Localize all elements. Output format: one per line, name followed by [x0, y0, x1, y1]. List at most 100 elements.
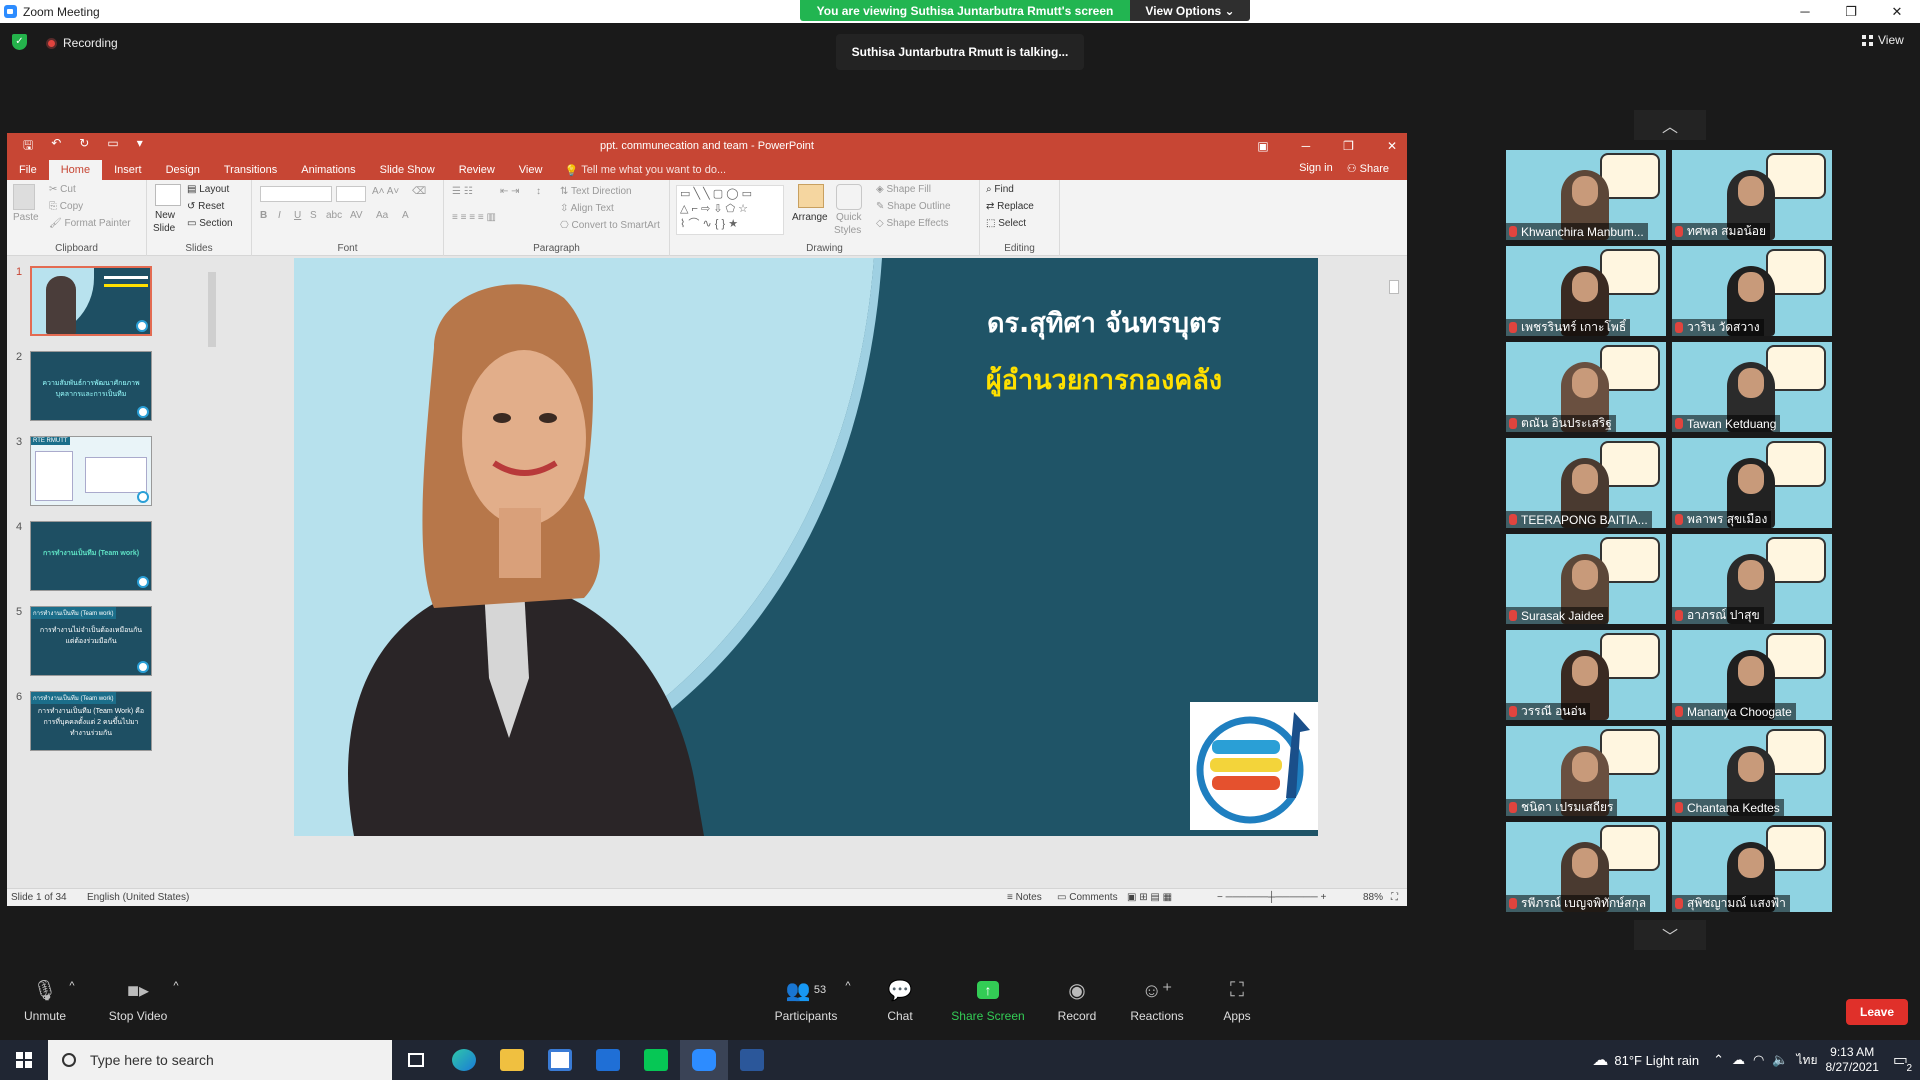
microsoft-store-icon[interactable] [536, 1040, 584, 1080]
line-app-icon[interactable] [632, 1040, 680, 1080]
minimize-icon[interactable]: ─ [1782, 0, 1828, 23]
text-direction-button[interactable]: ⇅ Text Direction [560, 186, 632, 197]
shadow-icon[interactable]: S [310, 210, 317, 221]
gallery-up-button[interactable]: ︿ [1634, 110, 1706, 140]
ppt-restore-icon[interactable]: ❐ [1343, 139, 1354, 153]
view-options-button[interactable]: View Options ⌄ [1130, 0, 1250, 21]
taskbar-search-box[interactable]: Type here to search [48, 1040, 392, 1080]
record-button[interactable]: ◉ Record [1037, 975, 1117, 1024]
participant-tile[interactable]: Tawan Ketduang [1672, 342, 1832, 432]
shapes-gallery[interactable]: ▭ ╲ ╲ ▢ ◯ ▭ △ ⌐ ⇨ ⇩ ⬠ ☆ ⌇ ⌒ ∿ { } ★ [676, 185, 784, 235]
wifi-icon[interactable]: ◠ [1753, 1052, 1764, 1068]
start-button[interactable] [0, 1040, 48, 1080]
replace-button[interactable]: ⇄ Replace [986, 201, 1034, 212]
volume-icon[interactable]: 🔈 [1772, 1052, 1788, 1068]
file-explorer-icon[interactable] [488, 1040, 536, 1080]
new-slide-button[interactable]: New [155, 210, 175, 221]
slide-thumbnail-pane[interactable]: 1 2 ความสัมพันธ์การพัฒนาศักยภาพบุคลากรแล… [7, 256, 216, 876]
security-shield-icon[interactable]: ✓ [12, 34, 27, 50]
recording-indicator[interactable]: Recording [46, 36, 118, 50]
tab-slide-show[interactable]: Slide Show [368, 160, 447, 180]
weather-cloud-icon[interactable]: ☁ [1592, 1050, 1608, 1070]
layout-button[interactable]: ▤ Layout [187, 184, 229, 195]
participant-tile[interactable]: Khwanchira Manbum... [1506, 150, 1666, 240]
tab-animations[interactable]: Animations [289, 160, 367, 180]
comments-button[interactable]: ▭ Comments [1057, 892, 1118, 903]
audio-options-caret[interactable]: ^ [62, 980, 82, 992]
tab-view[interactable]: View [507, 160, 555, 180]
language-indicator[interactable]: English (United States) [87, 892, 189, 903]
video-options-caret[interactable]: ^ [166, 980, 186, 992]
participant-tile[interactable]: Chantana Kedtes [1672, 726, 1832, 816]
ribbon-display-icon[interactable]: ▣ [1257, 139, 1268, 153]
restore-icon[interactable]: ❐ [1828, 0, 1874, 23]
participant-tile[interactable]: ทศพล สมอน้อย [1672, 150, 1832, 240]
arrange-icon[interactable] [798, 184, 824, 208]
underline-icon[interactable]: U [294, 210, 301, 221]
slide-scroll-thumb[interactable] [1389, 280, 1399, 294]
participant-tile[interactable]: อาภรณ์ ปาสุข [1672, 534, 1832, 624]
chat-button[interactable]: 💬 Chat [860, 975, 940, 1024]
paste-button[interactable]: Paste [13, 212, 39, 223]
thumbnail-3[interactable]: 3 RTE RMUTT [7, 436, 172, 521]
font-color-icon[interactable]: A [402, 210, 409, 221]
quick-styles-icon[interactable] [836, 184, 862, 210]
font-size-select[interactable] [336, 186, 366, 202]
fit-slide-icon[interactable]: ⛶ [1391, 892, 1398, 903]
thumbnail-2[interactable]: 2 ความสัมพันธ์การพัฒนาศักยภาพบุคลากรและก… [7, 351, 172, 436]
ppt-minimize-icon[interactable]: ─ [1302, 139, 1311, 153]
shape-effects-button[interactable]: ◇ Shape Effects [876, 218, 949, 229]
close-icon[interactable]: ✕ [1874, 0, 1920, 23]
tab-design[interactable]: Design [154, 160, 212, 180]
tab-file[interactable]: File [7, 160, 49, 180]
bullets-icon[interactable]: ☰ ☷ [452, 186, 473, 197]
tray-overflow-icon[interactable]: ⌃ [1713, 1052, 1724, 1068]
zoom-taskbar-icon[interactable] [680, 1040, 728, 1080]
input-language[interactable]: ไทย [1797, 1051, 1818, 1070]
slide-scrollbar[interactable] [1389, 260, 1399, 840]
change-case-icon[interactable]: Aa [376, 210, 388, 221]
tab-transitions[interactable]: Transitions [212, 160, 289, 180]
italic-icon[interactable]: I [278, 210, 281, 221]
find-button[interactable]: ⌕ Find [986, 184, 1014, 195]
participant-tile[interactable]: พลาพร สุขเมือง [1672, 438, 1832, 528]
thumbnail-4[interactable]: 4 การทำงานเป็นทีม (Team work) [7, 521, 172, 606]
character-spacing-icon[interactable]: AV [350, 210, 363, 221]
new-slide-button-line2[interactable]: Slide [153, 223, 175, 234]
apps-button[interactable]: ⛶ Apps [1197, 975, 1277, 1024]
thumbnail-scroll-thumb[interactable] [208, 272, 216, 347]
align-icons[interactable]: ≡ ≡ ≡ ≡ ▥ [452, 212, 496, 223]
select-button[interactable]: ⬚ Select [986, 218, 1026, 229]
notifications-icon[interactable]: ▭ 2 [1893, 1050, 1914, 1074]
participant-tile[interactable]: ชนิดา เปรมเสถียร [1506, 726, 1666, 816]
shape-outline-button[interactable]: ✎ Shape Outline [876, 201, 951, 212]
notes-button[interactable]: ≡ Notes [1007, 892, 1042, 903]
participants-options-caret[interactable]: ^ [838, 980, 858, 992]
copy-button[interactable]: ⎘ Copy [49, 201, 83, 212]
edge-browser-icon[interactable] [440, 1040, 488, 1080]
leave-button[interactable]: Leave [1846, 999, 1908, 1025]
paste-icon[interactable] [13, 184, 35, 210]
participant-tile[interactable]: วาริน วัดสวาง [1672, 246, 1832, 336]
font-size-increase-icon[interactable]: A˄ A˅ [372, 186, 399, 197]
bold-icon[interactable]: B [260, 210, 267, 221]
zoom-slider[interactable]: − ──────┼────── + [1217, 892, 1326, 903]
participant-tile[interactable]: ตณัน อินประเสริฐ [1506, 342, 1666, 432]
participant-tile[interactable]: Surasak Jaidee [1506, 534, 1666, 624]
clear-formatting-icon[interactable]: ⌫ [412, 186, 426, 197]
cut-button[interactable]: ✂ Cut [49, 184, 76, 195]
share-screen-button[interactable]: ↑ Share Screen [948, 975, 1028, 1023]
section-button[interactable]: ▭ Section [187, 218, 233, 229]
new-slide-icon[interactable] [155, 184, 181, 206]
tab-insert[interactable]: Insert [102, 160, 154, 180]
clock[interactable]: 9:13 AM 8/27/2021 [1825, 1045, 1878, 1075]
participant-tile[interactable]: Mananya Choogate [1672, 630, 1832, 720]
font-family-select[interactable] [260, 186, 332, 202]
tell-me-search[interactable]: 💡 Tell me what you want to do... [564, 160, 726, 180]
reset-button[interactable]: ↺ Reset [187, 201, 224, 212]
align-text-button[interactable]: ⇳ Align Text [560, 203, 614, 214]
format-painter-button[interactable]: 🖌 Format Painter [49, 218, 131, 229]
gallery-down-button[interactable]: ﹀ [1634, 920, 1706, 950]
convert-smartart-button[interactable]: ⎔ Convert to SmartArt [560, 220, 660, 231]
ppt-close-icon[interactable]: ✕ [1387, 139, 1397, 153]
